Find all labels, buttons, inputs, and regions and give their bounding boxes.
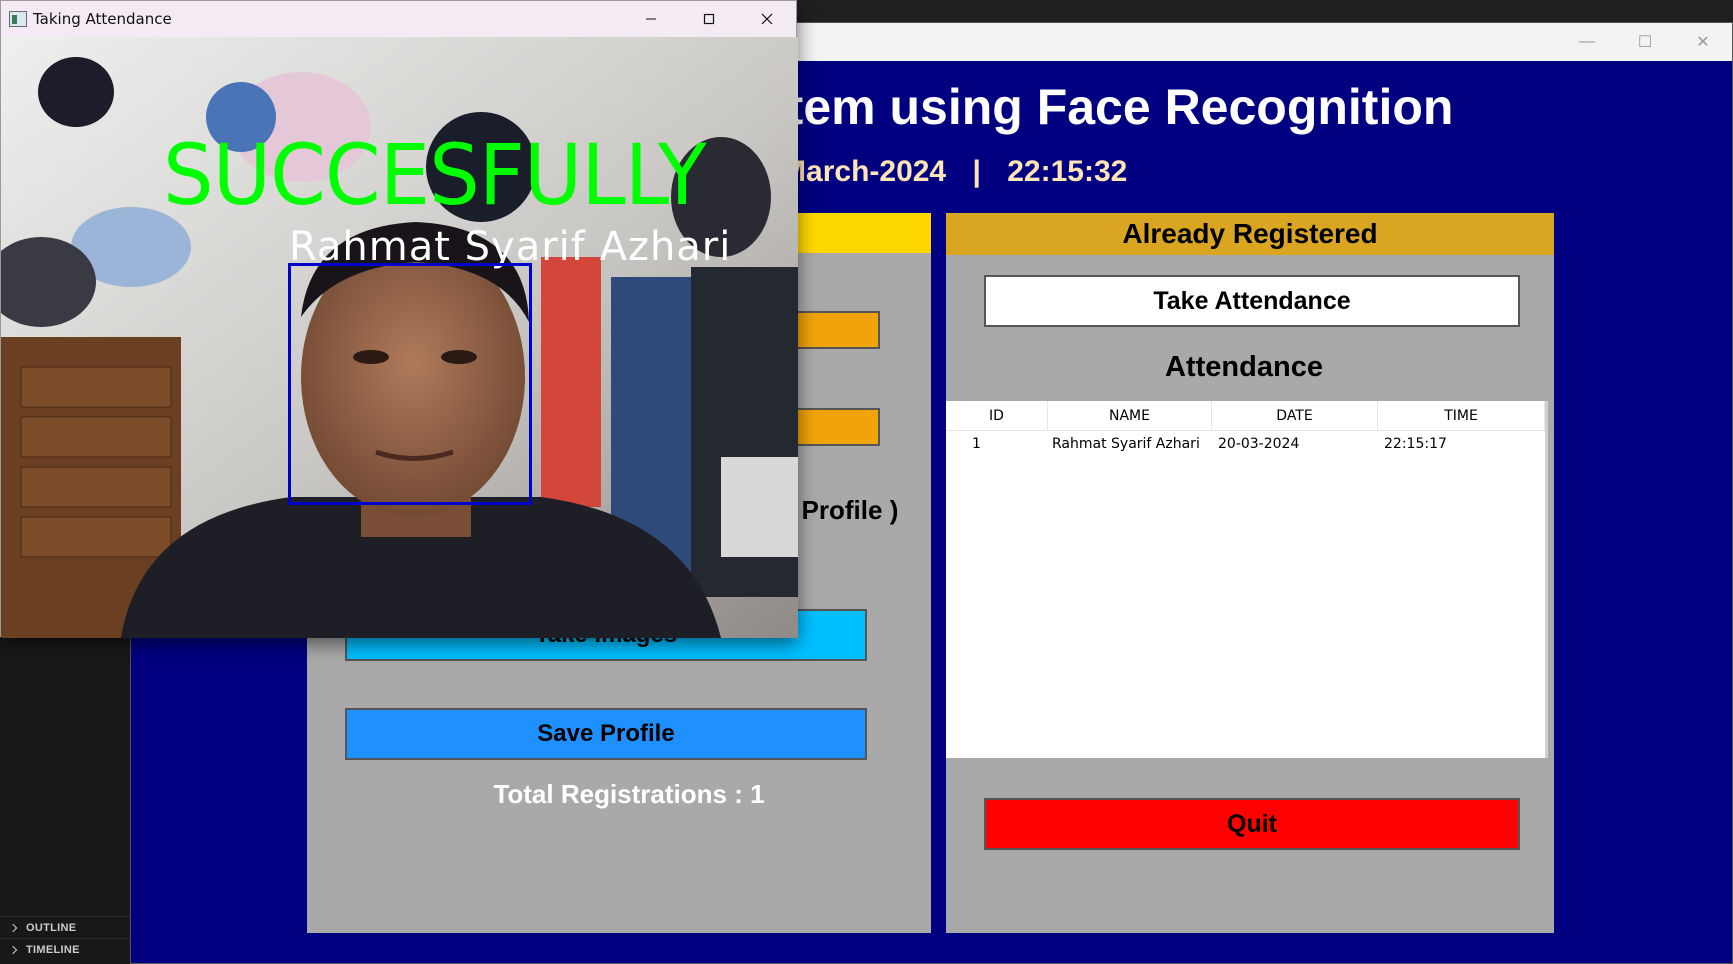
already-registered-header: Already Registered [946,213,1554,255]
cell-id: 1 [972,436,981,452]
close-icon [761,13,773,25]
clock-text: 22:15:32 [1007,155,1128,188]
cell-time: 22:15:17 [1384,436,1447,452]
column-header-time[interactable]: TIME [1378,401,1545,430]
camera-window: Taking Attendance SUCCESFULLY Rahmat Sya… [0,0,798,638]
column-header-id[interactable]: ID [946,401,1048,430]
column-header-name[interactable]: NAME [1048,401,1212,430]
close-icon: ✕ [1696,34,1710,51]
minimize-icon: — [1579,33,1595,50]
minimize-icon [646,18,656,20]
editor-side-panel: OUTLINE TIMELINE [0,636,130,964]
maximize-button[interactable]: ☐ [1616,23,1674,61]
camera-window-title: Taking Attendance [33,10,172,28]
editor-top-strip [797,0,1733,20]
take-attendance-button[interactable]: Take Attendance [984,275,1520,327]
attendance-label: Attendance [1165,351,1323,383]
total-registrations-label: Total Registrations : 1 [493,779,765,809]
sidebar-section-timeline[interactable]: TIMELINE [0,938,130,960]
quit-button[interactable]: Quit [984,798,1520,850]
maximize-icon [703,13,715,25]
camera-close-button[interactable] [738,1,796,37]
chevron-right-icon [8,923,18,932]
save-profile-button[interactable]: Save Profile [345,708,867,760]
camera-maximize-button[interactable] [680,1,738,37]
app-icon [9,11,27,27]
close-button[interactable]: ✕ [1674,23,1732,61]
already-registered-frame: Already Registered Take Attendance Atten… [946,213,1554,933]
minimize-button[interactable]: — [1558,23,1616,61]
cell-name: Rahmat Syarif Azhari [1052,436,1200,452]
sidebar-section-label: TIMELINE [26,943,80,956]
table-row[interactable]: 1 Rahmat Syarif Azhari 20-03-2024 22:15:… [946,431,1545,459]
date-separator: | [972,155,981,188]
sidebar-section-label: OUTLINE [26,921,77,934]
camera-window-titlebar[interactable]: Taking Attendance [1,1,796,37]
attendance-table-header: ID NAME DATE TIME [946,401,1545,431]
maximize-icon: ☐ [1637,34,1653,51]
face-bounding-box [288,263,532,505]
cell-date: 20-03-2024 [1218,436,1300,452]
camera-minimize-button[interactable] [622,1,680,37]
attendance-table[interactable]: ID NAME DATE TIME 1 Rahmat Syarif Azhari… [946,401,1548,758]
camera-feed: SUCCESFULLY Rahmat Syarif Azhari [1,37,798,638]
chevron-right-icon [8,945,18,954]
column-header-date[interactable]: DATE [1212,401,1378,430]
sidebar-section-outline[interactable]: OUTLINE [0,916,130,938]
recognition-status-overlay: SUCCESFULLY [163,126,706,224]
recognized-name-overlay: Rahmat Syarif Azhari [289,224,732,270]
